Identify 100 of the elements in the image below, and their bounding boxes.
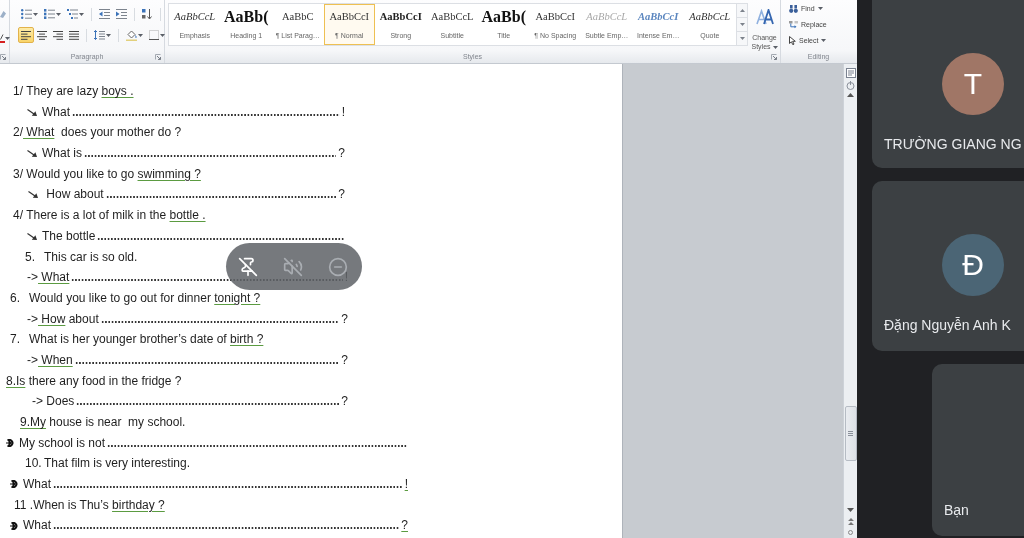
paint-bucket-icon bbox=[126, 29, 137, 41]
align-justify-icon bbox=[69, 30, 79, 40]
minus-circle-icon bbox=[328, 256, 348, 277]
dialog-launcher-icon[interactable] bbox=[0, 53, 6, 60]
scroll-thumb[interactable] bbox=[844, 406, 857, 461]
caret-icon bbox=[106, 33, 111, 37]
arrow-icon bbox=[27, 108, 37, 116]
end-punctuation: ? bbox=[340, 310, 348, 328]
grip-icon bbox=[848, 431, 853, 436]
decrease-indent-icon bbox=[99, 9, 110, 19]
arrow-icon bbox=[27, 149, 37, 157]
down-arrow-icon[interactable] bbox=[739, 37, 745, 40]
caret-icon bbox=[138, 33, 143, 37]
circled-arrow-icon bbox=[10, 521, 18, 530]
answer-prompt: -> How about bbox=[27, 310, 99, 328]
line-spacing-icon bbox=[94, 30, 105, 40]
dialog-launcher-icon[interactable] bbox=[155, 53, 161, 60]
scroll-down-icon[interactable] bbox=[847, 508, 854, 512]
end-punctuation: ! bbox=[343, 269, 348, 287]
scroll-up-icon[interactable] bbox=[847, 93, 854, 97]
question-text: 2/ What does your mother do ? bbox=[13, 124, 182, 142]
speaker-off-icon bbox=[283, 256, 303, 277]
answer-prompt: The bottle bbox=[42, 227, 96, 245]
answer-prompt: -> Does bbox=[32, 393, 75, 411]
circled-arrow-icon bbox=[6, 439, 14, 448]
caret-icon bbox=[33, 12, 38, 16]
list-number: 5. bbox=[25, 248, 36, 266]
caret-icon bbox=[56, 12, 61, 16]
multilevel-list-button[interactable] bbox=[64, 6, 87, 22]
ruler-icon[interactable] bbox=[845, 68, 856, 78]
caret-icon bbox=[160, 33, 165, 37]
question-text: This car is so old. bbox=[44, 248, 138, 266]
answer-prompt: What bbox=[23, 476, 51, 494]
bullets-button[interactable] bbox=[18, 6, 41, 22]
align-center-icon bbox=[37, 30, 47, 40]
question-text: 11 .When is Thu’s birthday ? bbox=[14, 496, 165, 514]
arrow-icon bbox=[27, 232, 37, 240]
caret-icon bbox=[79, 12, 84, 16]
align-left-button[interactable] bbox=[18, 27, 34, 43]
multilevel-list-icon bbox=[67, 9, 78, 19]
question-text: 3/ Would you like to go swimming ? bbox=[13, 165, 201, 183]
power-icon[interactable] bbox=[846, 81, 855, 90]
decrease-indent-button[interactable] bbox=[96, 6, 113, 22]
numbering-button[interactable] bbox=[41, 6, 64, 22]
numbered-list-icon bbox=[44, 9, 55, 19]
borders-button[interactable] bbox=[146, 27, 168, 43]
circled-arrow-icon bbox=[10, 480, 18, 489]
question-text: 9.My house is near my school. bbox=[20, 414, 186, 431]
answer-prompt: -> When bbox=[27, 351, 73, 369]
question-text: 8.Is there any food in the fridge ? bbox=[6, 372, 182, 390]
answer-prompt: What bbox=[42, 103, 70, 121]
arrow-icon bbox=[28, 191, 38, 199]
end-punctuation: ! bbox=[340, 103, 345, 121]
question-text: 1/ They are lazy boys . bbox=[13, 83, 134, 100]
answer-prompt: What bbox=[23, 517, 51, 535]
replace-icon bbox=[789, 20, 798, 29]
increase-indent-button[interactable] bbox=[113, 6, 130, 22]
double-caret-icon[interactable] bbox=[847, 518, 854, 525]
down-arrow-icon[interactable] bbox=[739, 23, 745, 26]
align-left-icon bbox=[21, 30, 31, 40]
end-punctuation: ? bbox=[337, 186, 345, 204]
line-spacing-button[interactable] bbox=[91, 27, 114, 43]
cursor-icon bbox=[789, 36, 796, 45]
participant-name: TRƯỜNG GIANG NG bbox=[884, 135, 1022, 153]
question-text: What is her younger brother’s date of birth ? bbox=[29, 331, 264, 349]
answer-prompt: How about bbox=[45, 186, 104, 204]
question-text: 4/ There is a lot of milk in the bottle . bbox=[13, 207, 206, 225]
end-punctuation: ? bbox=[340, 393, 348, 411]
question-text: That film is very interesting. bbox=[44, 455, 191, 473]
double-a-icon bbox=[755, 9, 774, 25]
participant-name: Đặng Nguyễn Anh K bbox=[884, 316, 1011, 334]
up-arrow-icon[interactable] bbox=[739, 9, 745, 12]
borders-icon bbox=[149, 30, 159, 40]
avatar: Đ bbox=[942, 234, 1004, 296]
dialog-launcher-icon[interactable] bbox=[771, 53, 777, 60]
align-right-icon bbox=[53, 30, 63, 40]
avatar: T bbox=[942, 53, 1004, 115]
sort-icon bbox=[142, 9, 153, 19]
caret-icon bbox=[5, 36, 10, 40]
bullet-list-icon bbox=[21, 9, 32, 19]
gallery-more-button[interactable] bbox=[737, 31, 748, 46]
end-punctuation: ? bbox=[400, 517, 408, 535]
answer-prompt: -> What bbox=[27, 269, 70, 287]
font-color-icon bbox=[0, 33, 5, 43]
list-number: 6. bbox=[10, 289, 21, 307]
end-punctuation: ! bbox=[403, 476, 408, 494]
caret-icon bbox=[772, 45, 778, 49]
binoculars-icon bbox=[789, 4, 798, 13]
list-number: 7. bbox=[10, 331, 21, 349]
pin-off-icon bbox=[238, 256, 258, 277]
eraser-icon bbox=[0, 10, 6, 18]
list-number: 10. bbox=[25, 455, 43, 473]
answer-prompt: My school is not bbox=[19, 434, 106, 452]
end-punctuation: ? bbox=[340, 351, 348, 369]
question-text: Would you like to go out for dinner tonight ? bbox=[29, 289, 261, 307]
dot-icon[interactable] bbox=[848, 530, 853, 535]
answer-prompt: What is bbox=[42, 145, 82, 163]
increase-indent-icon bbox=[116, 9, 127, 19]
participant-name: Bạn bbox=[944, 501, 969, 519]
end-punctuation: ? bbox=[337, 145, 345, 163]
